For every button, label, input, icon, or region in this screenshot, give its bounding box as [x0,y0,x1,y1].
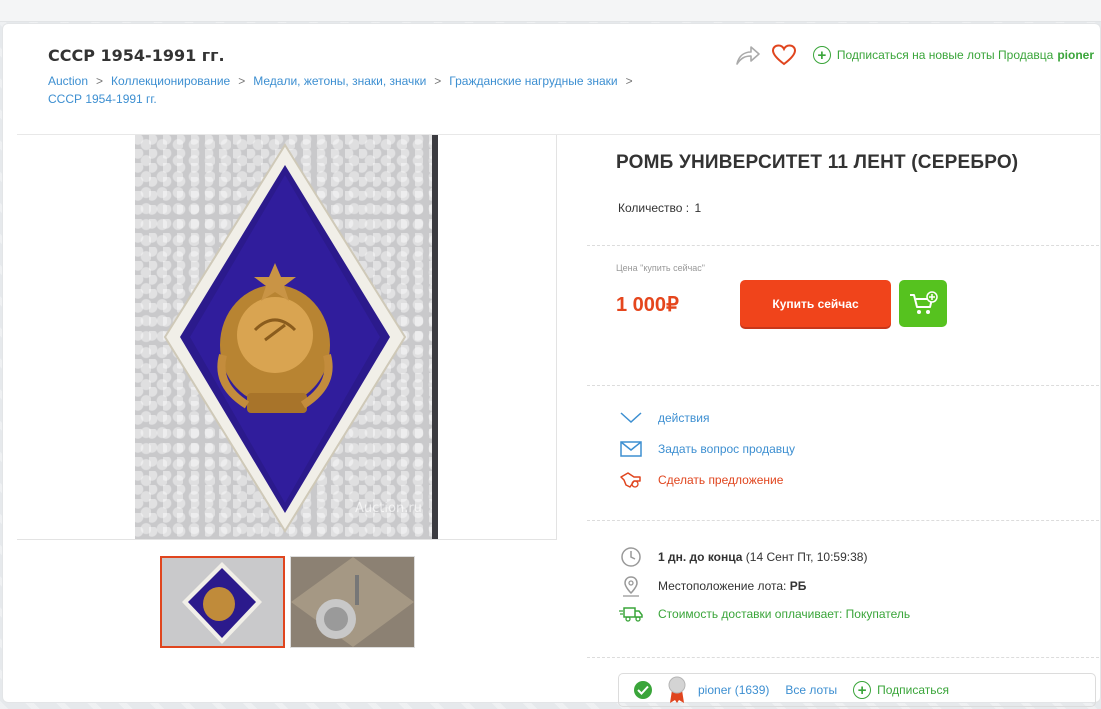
clock-icon [618,546,644,568]
quantity: Количество : 1 [616,201,701,215]
top-strip [0,0,1101,22]
photo-shadow-edge [432,135,438,539]
envelope-icon [618,441,644,457]
subscribe-label: Подписаться [877,683,949,697]
seller-box: pioner (1639) Все лоты + Подписаться [618,673,1096,707]
divider [587,245,1099,246]
all-lots-link[interactable]: Все лоты [785,683,837,697]
thumbnail-2[interactable] [290,556,415,648]
ask-seller-label: Задать вопрос продавцу [658,442,796,456]
quantity-value: 1 [694,201,702,215]
actions-menu[interactable]: действия [618,411,709,425]
breadcrumb-item-medals[interactable]: Медали, жетоны, знаки, значки [253,74,426,88]
end-date: (14 Сент Пт, 10:59:38) [745,550,868,564]
badge-image [163,143,407,533]
breadcrumb-item-ussr[interactable]: СССР 1954-1991 гг. [48,92,157,106]
ask-seller-link[interactable]: Задать вопрос продавцу [618,441,795,457]
buy-now-button[interactable]: Купить сейчас [740,280,891,327]
location-row: Местоположение лота: РБ [618,575,806,597]
price-value: 1 000 [616,294,667,316]
breadcrumb-separator: > [625,74,633,88]
share-button[interactable] [733,42,763,68]
share-icon [736,46,760,65]
thumbnail-1-image [162,558,283,646]
breadcrumb: Auction > Коллекционирование > Медали, жетон… [48,72,668,108]
hand-offer-icon [618,471,644,489]
breadcrumb-separator: > [238,74,246,88]
divider [587,385,1099,386]
location-pin-icon [618,575,644,597]
lot-title: РОМБ УНИВЕРСИТЕТ 11 ЛЕНТ (СЕРЕБРО) [616,152,1019,173]
plus-circle-icon: + [812,46,831,64]
breadcrumb-separator: > [96,74,104,88]
verified-check-icon [634,681,652,699]
lot-photo[interactable]: Auction.ru [135,135,438,539]
subscribe-text: Подписаться на новые лоты Продавца [836,48,1054,62]
subscribe-seller-button[interactable]: + Подписаться на новые лоты Продавца pio… [812,46,1094,64]
seller-medal-icon [666,676,688,704]
breadcrumb-item-auction[interactable]: Auction [48,74,88,88]
seller-name-link[interactable]: pioner (1639) [698,683,769,697]
shipping-row: Стоимость доставки оплачивает: Покупател… [618,605,910,623]
shipping-text: Стоимость доставки оплачивает: Покупател… [658,607,911,621]
page-title: СССР 1954-1991 гг. [48,46,225,65]
add-to-cart-button[interactable] [899,280,947,327]
chevron-down-icon [618,412,644,424]
thumbnail-2-image [291,557,414,647]
breadcrumb-item-collecting[interactable]: Коллекционирование [111,74,230,88]
heart-icon [771,44,796,66]
make-offer-link[interactable]: Сделать предложение [618,471,783,489]
watermark: Auction.ru [355,501,422,516]
thumbnail-1[interactable] [160,556,285,648]
time-left-row: 1 дн. до конца (14 Сент Пт, 10:59:38) [618,546,867,568]
currency: ₽ [666,294,679,316]
lot-card: СССР 1954-1991 гг. Auction > Коллекциониро… [2,23,1101,707]
subscribe-seller-name: pioner [1057,48,1094,62]
quantity-label: Количество : [618,201,690,215]
subscribe-button[interactable]: + Подписаться [853,681,949,699]
cart-plus-icon [910,290,938,314]
divider [587,657,1099,658]
location-label: Местоположение лота: [658,579,787,593]
delivery-truck-icon [618,605,644,623]
breadcrumb-item-civil-badges[interactable]: Гражданские нагрудные знаки [449,74,617,88]
plus-circle-icon: + [853,681,872,699]
make-offer-label: Сделать предложение [658,473,784,487]
location-value: РБ [789,579,807,593]
time-left: 1 дн. до конца [658,550,743,564]
actions-label: действия [658,411,710,425]
price: 1 000₽ [616,292,679,317]
top-actions: + Подписаться на новые лоты Продавца pio… [733,42,1094,68]
favorite-button[interactable] [769,42,799,68]
breadcrumb-separator: > [434,74,442,88]
price-label: Цена "купить сейчас" [616,263,706,273]
divider [587,520,1099,521]
main-image-area[interactable]: Auction.ru [17,135,557,540]
